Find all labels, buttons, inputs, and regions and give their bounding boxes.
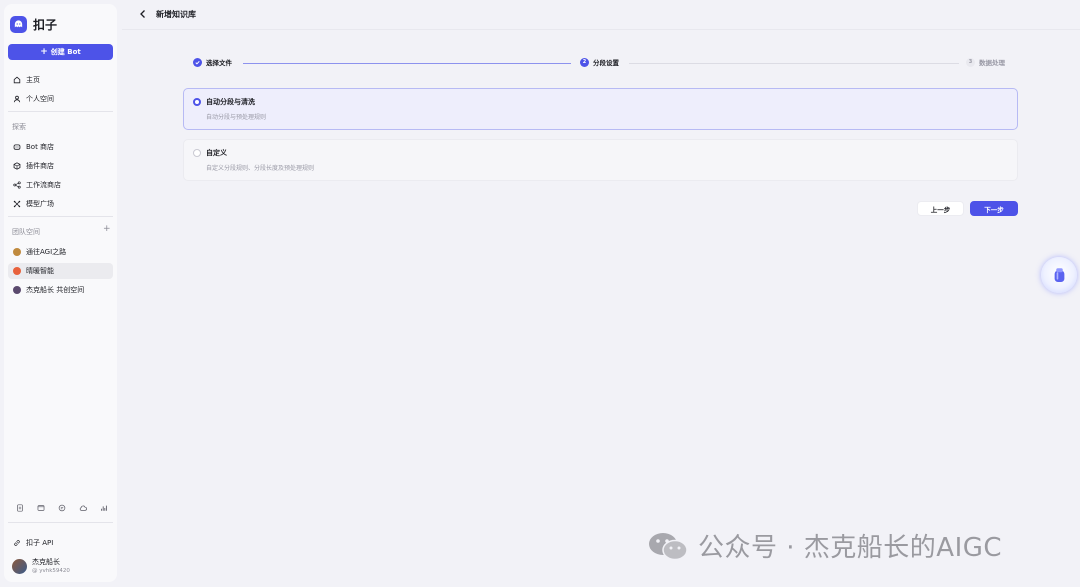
sidebar-item-label: Bot 商店 <box>26 143 55 151</box>
create-bot-button[interactable]: + 创建 Bot <box>8 44 113 60</box>
step-select-file[interactable]: 选择文件 <box>193 57 232 67</box>
step-number: 2 <box>580 57 589 67</box>
radio-selected[interactable] <box>193 98 201 106</box>
user-profile[interactable]: 杰克船长 @ yvhk59420 <box>12 558 70 575</box>
sidebar-item-team-jack[interactable]: 杰克船长 共创空间 <box>8 282 113 298</box>
coze-logo-icon <box>10 15 27 33</box>
next-step-button[interactable]: 下一步 <box>970 201 1018 216</box>
link-icon <box>13 539 21 547</box>
sidebar-item-label: 主页 <box>26 76 40 84</box>
brand[interactable]: 扣子 <box>10 13 57 35</box>
sidebar-divider <box>8 216 113 217</box>
sidebar-item-label: 扣子 API <box>26 539 54 547</box>
sidebar-divider <box>8 111 113 112</box>
home-icon <box>13 76 21 84</box>
step-number: 3 <box>966 57 975 67</box>
option-description: 自定义分段规则、分段长度及预处理规则 <box>206 165 315 172</box>
step-connector <box>243 63 571 64</box>
stepper: 选择文件 2 分段设置 3 数据处理 <box>193 57 1023 69</box>
check-icon <box>193 57 202 67</box>
plus-icon: + <box>40 46 48 57</box>
sidebar-item-home[interactable]: 主页 <box>8 72 113 88</box>
sidebar-item-label: 杰克船长 共创空间 <box>26 286 85 294</box>
sidebar-item-plugin-store[interactable]: 插件商店 <box>8 158 113 174</box>
cloud-icon[interactable] <box>79 504 87 512</box>
sidebar-item-team-agi[interactable]: 通往AGI之路 <box>8 244 113 260</box>
step-segment-settings[interactable]: 2 分段设置 <box>580 57 619 67</box>
plugin-icon <box>13 162 21 170</box>
option-custom[interactable]: 自定义 自定义分段规则、分段长度及预处理规则 <box>183 139 1018 181</box>
sidebar-item-api[interactable]: 扣子 API <box>8 535 113 551</box>
brand-name: 扣子 <box>33 17 58 32</box>
add-team-icon[interactable]: + <box>103 224 111 234</box>
sidebar-item-personal-space[interactable]: 个人空间 <box>8 91 113 107</box>
user-icon <box>13 95 21 103</box>
team-avatar <box>13 248 21 256</box>
create-bot-label: 创建 Bot <box>50 48 81 56</box>
chevron-left-icon[interactable] <box>138 9 148 19</box>
page-header: 新增知识库 <box>122 0 1080 30</box>
workflow-icon <box>13 181 21 189</box>
sidebar-item-label: 通往AGI之路 <box>26 248 67 256</box>
sidebar-item-model-square[interactable]: 模型广场 <box>8 196 113 212</box>
bar-chart-icon[interactable] <box>100 504 108 512</box>
radio-unselected[interactable] <box>193 149 201 157</box>
user-name: 杰克船长 <box>32 558 60 566</box>
sidebar-item-label: 个人空间 <box>26 95 54 103</box>
message-icon[interactable] <box>37 504 45 512</box>
team-avatar <box>13 267 21 275</box>
chat-icon[interactable] <box>58 504 66 512</box>
step-label: 分段设置 <box>593 59 619 67</box>
step-label: 选择文件 <box>206 59 232 67</box>
team-section-label: 团队空间 <box>12 228 40 236</box>
model-icon <box>13 200 21 208</box>
document-icon[interactable] <box>16 504 24 512</box>
bot-icon <box>13 143 21 151</box>
step-data-processing[interactable]: 3 数据处理 <box>966 57 1005 67</box>
sidebar-item-workflow-store[interactable]: 工作流商店 <box>8 177 113 193</box>
floating-assistant-button[interactable] <box>1041 257 1077 293</box>
sidebar-divider <box>8 522 113 523</box>
step-connector <box>629 63 959 64</box>
option-auto-segment[interactable]: 自动分段与清洗 自动分段与预处理规则 <box>183 88 1018 130</box>
sidebar-item-label: 工作流商店 <box>26 181 61 189</box>
option-title: 自定义 <box>206 149 227 157</box>
explore-section-label: 探索 <box>12 123 26 131</box>
sidebar-item-team-qingnuan[interactable]: 晴暖智能 <box>8 263 113 279</box>
sidebar-item-label: 晴暖智能 <box>26 267 54 275</box>
page-title: 新增知识库 <box>156 10 196 19</box>
sidebar-item-label: 插件商店 <box>26 162 54 170</box>
watermark: 公众号 · 杰克船长的AIGC <box>646 527 1002 564</box>
sidebar-item-bot-store[interactable]: Bot 商店 <box>8 139 113 155</box>
team-avatar <box>13 286 21 294</box>
avatar <box>12 559 27 574</box>
step-label: 数据处理 <box>979 59 1005 67</box>
sidebar-tool-icons <box>16 504 108 512</box>
watermark-text: 公众号 · 杰克船长的AIGC <box>698 533 1003 563</box>
user-id: @ yvhk59420 <box>32 568 70 574</box>
assistant-icon <box>1054 267 1064 282</box>
previous-step-button[interactable]: 上一步 <box>917 201 964 216</box>
sidebar-item-label: 模型广场 <box>26 200 54 208</box>
option-description: 自动分段与预处理规则 <box>206 114 267 121</box>
sidebar: 扣子 + 创建 Bot 主页 个人空间 探索 Bot 商店 插件商店 工作流商店… <box>4 4 117 582</box>
wechat-icon <box>649 532 688 560</box>
option-title: 自动分段与清洗 <box>206 98 255 106</box>
